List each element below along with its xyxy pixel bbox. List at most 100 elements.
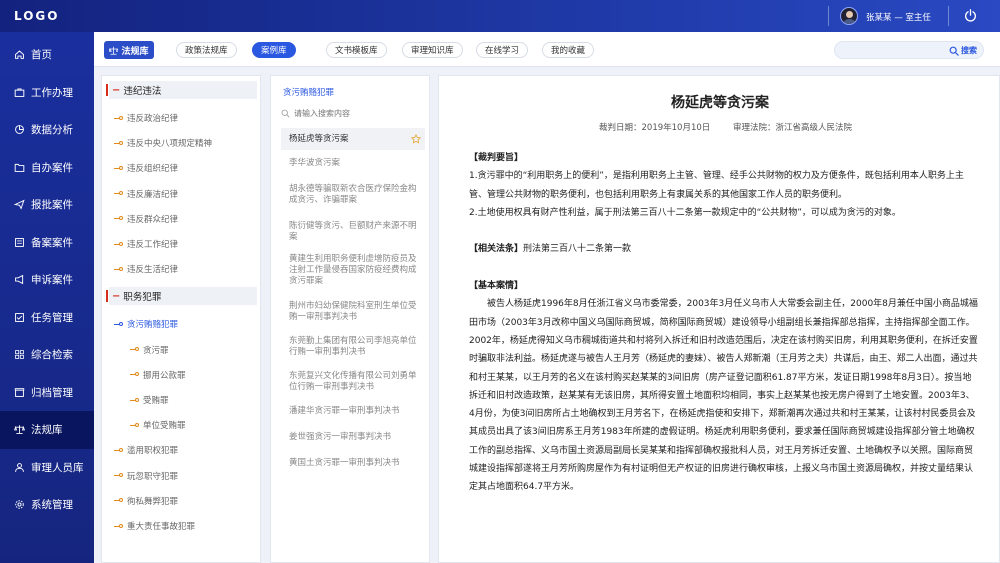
tab-policy[interactable]: 政策法规库	[176, 42, 237, 58]
tree-item[interactable]: 违反中央八项规定精神	[102, 131, 260, 155]
paragraph: 被告人杨延虎1996年8月任浙江省义乌市委常委，2003年3月任义乌市人大常委会…	[469, 299, 978, 493]
sidebar-item[interactable]: 综合检索	[0, 336, 94, 374]
sidebar-item[interactable]: 工作办理	[0, 74, 94, 112]
sidebar-item[interactable]: 备案案件	[0, 224, 94, 262]
tab-templates[interactable]: 文书模板库	[326, 42, 387, 58]
collapse-icon[interactable]: −	[112, 291, 120, 302]
case-list-item[interactable]: 姜世强贪污一审刑事判决书	[281, 432, 425, 443]
case-title: 东莞勤上集团有限公司李旭亮单位行贿一审刑事判决书	[289, 336, 417, 357]
tree-item[interactable]: 违反生活纪律	[102, 257, 260, 281]
library-title-label: 法规库	[121, 46, 149, 57]
tab-learning[interactable]: 在线学习	[476, 42, 529, 58]
tree-item-label: 受贿罪	[143, 396, 169, 406]
avatar[interactable]	[840, 7, 858, 25]
search-button-label: 搜索	[961, 46, 977, 55]
app-root: LOGO 张某某 — 室主任 首页工作办理数据分析自办案件报批案件备案案件 申诉案…	[0, 0, 1000, 563]
sidebar-item[interactable]: 审理人员库	[0, 449, 94, 487]
search-input[interactable]	[845, 43, 945, 58]
top-header: LOGO 张某某 — 室主任	[0, 0, 1000, 32]
tree-item[interactable]: 贪污罪	[102, 338, 260, 362]
tree-item-label: 玩忽职守犯罪	[127, 471, 179, 482]
case-list-item[interactable]: 东莞复兴文化传播有限公司刘勇单位行贿一审刑事判决书	[281, 371, 425, 393]
sidebar-item-label: 首页	[31, 49, 52, 62]
tab-favorites[interactable]: 我的收藏	[542, 42, 595, 58]
tree-item[interactable]: 挪用公款罪	[102, 363, 260, 387]
sidebar-item-label: 任务管理	[31, 311, 73, 324]
case-search	[281, 105, 421, 121]
case-list-item[interactable]: 黄国土贪污罪一审刑事判决书	[281, 458, 425, 469]
search-box: 搜索	[834, 41, 984, 59]
judgment-date: 裁判日期：2019年10月10日	[599, 123, 711, 133]
tab-cases[interactable]: 案例库	[252, 42, 296, 58]
power-icon[interactable]	[964, 9, 977, 22]
sidebar-item-label: 自办案件	[31, 161, 73, 174]
tree-item[interactable]: 受贿罪	[102, 388, 260, 412]
user-name[interactable]: 张某某 — 室主任	[866, 11, 931, 23]
sidebar-item[interactable]: 报批案件	[0, 186, 94, 224]
case-list-item[interactable]: 黄建生利用职务便利虚增防疫员及注射工作量侵吞国家防疫经费构成贪污罪案	[281, 254, 425, 287]
box-icon	[14, 387, 25, 397]
case-title: 陈衍健等贪污、巨额财产来源不明案	[289, 221, 417, 242]
sidebar-item-label: 报批案件	[31, 199, 73, 212]
case-search-input[interactable]	[294, 108, 414, 118]
tree-item-label: 单位受贿罪	[143, 421, 186, 432]
tree-category[interactable]: − 职务犯罪	[106, 287, 257, 306]
branch-icon	[130, 397, 139, 403]
tree-category-label: 职务犯罪	[123, 292, 162, 304]
case-title: 杨延虎等贪污案	[289, 134, 349, 144]
case-list-item[interactable]: 潘建华贪污罪一审刑事判决书	[281, 406, 425, 417]
collapse-icon[interactable]: −	[112, 85, 120, 96]
case-list-item[interactable]: 东莞勤上集团有限公司李旭亮单位行贿一审刑事判决书	[281, 336, 425, 358]
tree-item[interactable]: 单位受贿罪	[102, 413, 260, 437]
case-list-item[interactable]: 胡永德等骗取新农合医疗保险金构成贪污、诈骗罪案	[281, 184, 425, 206]
case-list-panel: 贪污贿赂犯罪 杨延虎等贪污案李华波贪污案胡永德等骗取新农合医疗保险金构成贪污、诈…	[270, 75, 430, 563]
branch-icon	[114, 191, 123, 196]
tab-knowledge[interactable]: 审理知识库	[402, 42, 463, 58]
sidebar-item[interactable]: 任务管理	[0, 299, 94, 337]
scale-icon	[14, 425, 25, 435]
branch-icon	[114, 216, 123, 221]
tree-item[interactable]: 违反工作纪律	[102, 232, 260, 256]
case-title: 胡永德等骗取新农合医疗保险金构成贪污、诈骗罪案	[289, 184, 417, 205]
main-area: 法规库 政策法规库 案例库 文书模板库 审理知识库 在线学习 我的收藏 搜索 −…	[94, 32, 1000, 563]
search-button[interactable]: 搜索	[949, 45, 977, 56]
tree-item[interactable]: 贪污贿赂犯罪	[102, 312, 260, 336]
sidebar-item[interactable]: 数据分析	[0, 111, 94, 149]
sidebar-item[interactable]: 申诉案件	[0, 261, 94, 299]
tree-item[interactable]: 违反廉洁纪律	[102, 182, 260, 206]
branch-icon	[114, 498, 123, 503]
branch-icon	[130, 372, 139, 377]
case-title: 李华波贪污案	[289, 158, 341, 168]
case-list-item[interactable]: 陈衍健等贪污、巨额财产来源不明案	[281, 221, 425, 243]
chart-icon	[15, 125, 24, 135]
gear-icon	[15, 500, 24, 509]
document-title: 杨延虎等贪污案	[671, 95, 769, 111]
tree-category[interactable]: − 违纪违法	[106, 81, 257, 99]
search-icon	[281, 109, 290, 118]
sidebar-item-label: 数据分析	[31, 124, 73, 137]
sidebar-item[interactable]: 自办案件	[0, 149, 94, 187]
tree-item[interactable]: 滥用职权犯罪	[102, 438, 260, 462]
sidebar-item[interactable]: 法规库	[0, 411, 94, 449]
search-icon	[949, 46, 959, 56]
sidebar-item[interactable]: 归档管理	[0, 374, 94, 412]
case-title: 荆州市妇幼保健院科室刑生单位受贿一审刑事判决书	[289, 301, 417, 322]
sidebar-item[interactable]: 首页	[0, 36, 94, 74]
sidebar-item[interactable]: 系统管理	[0, 486, 94, 524]
library-title: 法规库	[104, 41, 154, 59]
case-list-item[interactable]: 荆州市妇幼保健院科室刑生单位受贿一审刑事判决书	[281, 301, 425, 323]
branch-icon	[114, 115, 123, 121]
case-list-item[interactable]: 杨延虎等贪污案	[281, 128, 425, 150]
tree-item[interactable]: 重大责任事故犯罪	[102, 514, 260, 538]
tree-item[interactable]: 玩忽职守犯罪	[102, 464, 260, 488]
tree-item[interactable]: 徇私舞弊犯罪	[102, 489, 260, 513]
case-title: 黄建生利用职务便利虚增防疫员及注射工作量侵吞国家防疫经费构成贪污罪案	[289, 254, 417, 286]
branch-icon	[114, 266, 123, 272]
case-title: 姜世强贪污一审刑事判决书	[289, 432, 392, 442]
tree-item[interactable]: 违反群众纪律	[102, 207, 260, 231]
tree-item[interactable]: 违反政治纪律	[102, 106, 260, 130]
tree-item[interactable]: 违反组织纪律	[102, 156, 260, 180]
case-list-item[interactable]: 李华波贪污案	[281, 158, 425, 169]
star-icon[interactable]	[411, 134, 421, 144]
case-list-heading: 贪污贿赂犯罪	[283, 88, 335, 98]
